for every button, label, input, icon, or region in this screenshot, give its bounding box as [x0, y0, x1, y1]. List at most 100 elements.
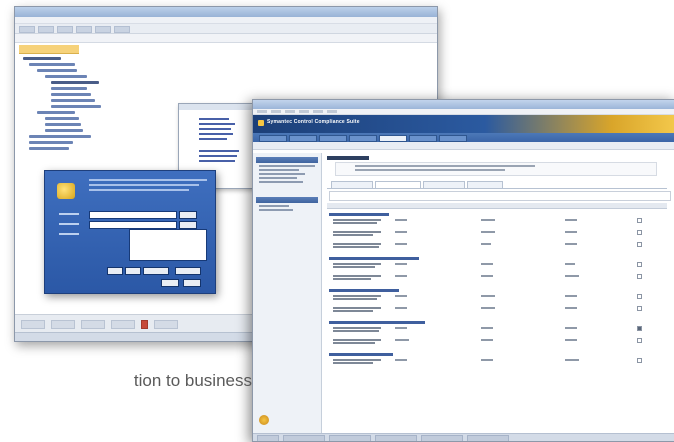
table-row[interactable]: [333, 298, 377, 300]
row-checkbox[interactable]: [637, 358, 642, 363]
row-checkbox[interactable]: [637, 294, 642, 299]
tree-item[interactable]: [29, 147, 69, 150]
taskbar-item[interactable]: [467, 435, 509, 441]
menu-item[interactable]: [313, 110, 323, 113]
dialog-button[interactable]: [107, 267, 123, 275]
pane-link[interactable]: [259, 181, 303, 183]
table-row[interactable]: [333, 222, 377, 224]
taskbar-item[interactable]: [283, 435, 325, 441]
taskbar-item[interactable]: [421, 435, 463, 441]
table-row[interactable]: [333, 307, 381, 309]
content-tab[interactable]: [423, 181, 465, 189]
table-row[interactable]: [333, 263, 381, 265]
start-button[interactable]: [257, 435, 279, 441]
tree-item[interactable]: [23, 57, 61, 60]
nav-tab[interactable]: [379, 135, 407, 142]
tree-item[interactable]: [51, 105, 101, 108]
row-checkbox[interactable]: [637, 230, 642, 235]
group-header[interactable]: [329, 353, 393, 356]
pane-link[interactable]: [259, 169, 299, 171]
content-tab-active[interactable]: [375, 181, 421, 189]
nav-tab[interactable]: [439, 135, 467, 142]
popup-link[interactable]: [199, 155, 237, 157]
toolbar-button[interactable]: [76, 26, 92, 33]
taskbar-item[interactable]: [329, 435, 371, 441]
row-checkbox[interactable]: [637, 274, 642, 279]
table-row[interactable]: [333, 275, 381, 277]
table-row[interactable]: [333, 243, 381, 245]
toolbar-button[interactable]: [114, 26, 130, 33]
popup-link[interactable]: [199, 128, 231, 130]
group-header[interactable]: [329, 321, 425, 324]
pane-header[interactable]: [256, 157, 318, 163]
table-row[interactable]: [333, 342, 375, 344]
bottom-tab[interactable]: [154, 320, 178, 329]
table-row[interactable]: [333, 359, 381, 361]
bottom-tab[interactable]: [51, 320, 75, 329]
table-row[interactable]: [333, 295, 381, 297]
pane-link[interactable]: [259, 173, 305, 175]
content-tab[interactable]: [467, 181, 503, 189]
table-row[interactable]: [333, 278, 371, 280]
dialog-button[interactable]: [125, 267, 141, 275]
type-input[interactable]: [89, 221, 177, 229]
table-row[interactable]: [333, 339, 381, 341]
select-button[interactable]: [179, 221, 197, 229]
group-header[interactable]: [329, 213, 389, 216]
pane-link[interactable]: [259, 209, 293, 211]
tree-item[interactable]: [51, 87, 87, 90]
row-checkbox[interactable]: [637, 326, 642, 331]
row-checkbox[interactable]: [637, 262, 642, 267]
bottom-tab[interactable]: [81, 320, 105, 329]
pane-link[interactable]: [259, 205, 289, 207]
row-checkbox[interactable]: [637, 242, 642, 247]
tree-item[interactable]: [37, 69, 77, 72]
menu-item[interactable]: [299, 110, 309, 113]
table-row[interactable]: [333, 246, 379, 248]
menu-item[interactable]: [257, 110, 267, 113]
menu-item[interactable]: [285, 110, 295, 113]
tree-item[interactable]: [51, 99, 95, 102]
bottom-tab[interactable]: [21, 320, 45, 329]
window-titlebar[interactable]: [15, 7, 437, 17]
bottom-tab[interactable]: [111, 320, 135, 329]
tree-item[interactable]: [51, 81, 99, 84]
toolbar-button[interactable]: [57, 26, 73, 33]
nav-tab[interactable]: [349, 135, 377, 142]
tree-item[interactable]: [45, 117, 79, 120]
table-row[interactable]: [333, 266, 375, 268]
taskbar-item[interactable]: [375, 435, 417, 441]
popup-link[interactable]: [199, 138, 227, 140]
toolbar-button[interactable]: [38, 26, 54, 33]
nav-tab[interactable]: [289, 135, 317, 142]
table-row[interactable]: [333, 231, 381, 233]
dialog-button[interactable]: [143, 267, 169, 275]
popup-link[interactable]: [199, 118, 229, 120]
cancel-button[interactable]: [183, 279, 201, 287]
nav-tab[interactable]: [259, 135, 287, 142]
row-checkbox[interactable]: [637, 338, 642, 343]
row-checkbox[interactable]: [637, 218, 642, 223]
tree-item[interactable]: [29, 135, 91, 138]
table-row[interactable]: [333, 362, 373, 364]
table-row[interactable]: [333, 310, 373, 312]
tree-item[interactable]: [45, 129, 83, 132]
tree-item[interactable]: [51, 93, 91, 96]
popup-link[interactable]: [199, 150, 239, 152]
toolbar-button[interactable]: [95, 26, 111, 33]
name-input[interactable]: [89, 211, 177, 219]
nav-tab[interactable]: [319, 135, 347, 142]
tree-item[interactable]: [45, 75, 87, 78]
table-row[interactable]: [333, 234, 373, 236]
toolbar-button[interactable]: [19, 26, 35, 33]
table-row[interactable]: [333, 330, 379, 332]
row-checkbox[interactable]: [637, 306, 642, 311]
group-header[interactable]: [329, 257, 419, 260]
filter-input[interactable]: [329, 191, 671, 201]
nav-tab[interactable]: [409, 135, 437, 142]
tree-root-tab[interactable]: [19, 45, 79, 54]
popup-link[interactable]: [199, 160, 235, 162]
popup-link[interactable]: [199, 133, 233, 135]
popup-link[interactable]: [199, 123, 235, 125]
menu-bar[interactable]: [15, 17, 437, 24]
